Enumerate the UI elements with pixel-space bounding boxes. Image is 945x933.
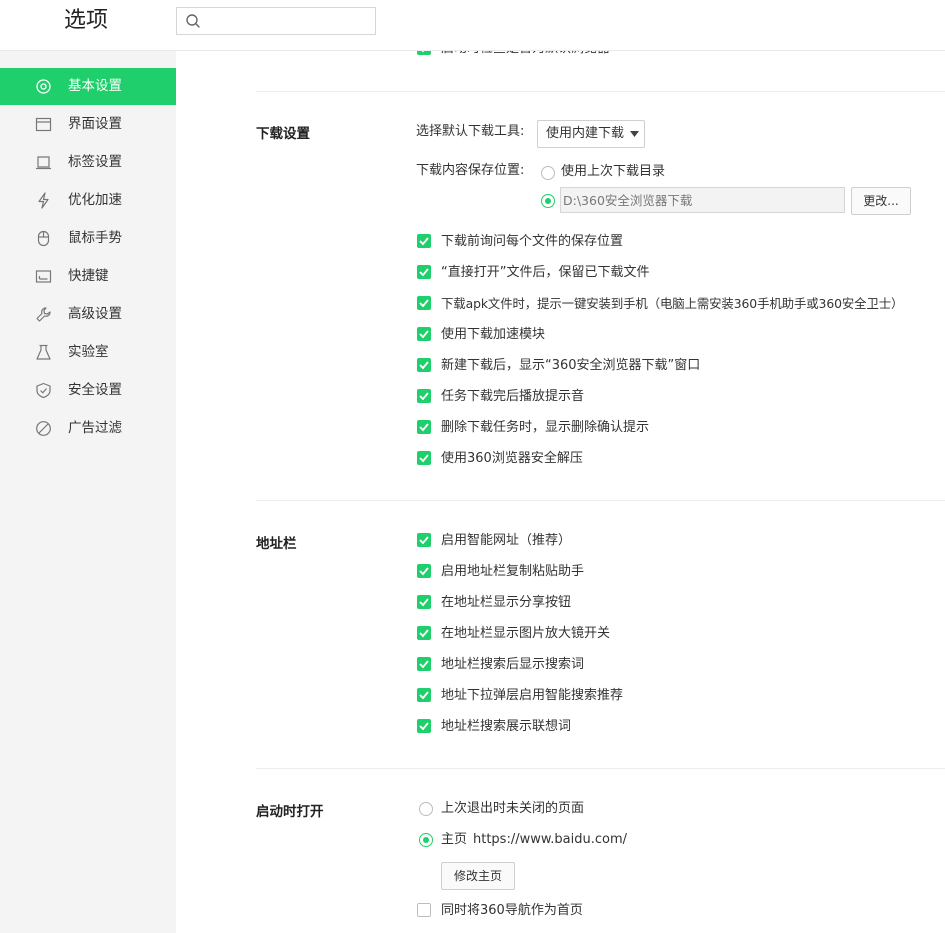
checkbox[interactable] [417,389,431,403]
radio-custom-path[interactable] [541,194,555,208]
checkbox[interactable] [417,626,431,640]
checkbox[interactable] [417,234,431,248]
sidebar-item-mouse-gesture[interactable]: 鼠标手势 [0,220,176,257]
checkbox[interactable] [417,564,431,578]
radio-last-dir[interactable] [541,166,555,180]
checkbox[interactable] [417,595,431,609]
checkbox[interactable] [417,688,431,702]
sidebar-item-label: 鼠标手势 [68,230,122,246]
window-icon [35,117,52,132]
checkbox[interactable] [417,657,431,671]
sidebar-item-label: 标签设置 [68,154,122,170]
sidebar-item-label: 实验室 [68,344,109,360]
sidebar-item-label: 基本设置 [68,78,122,94]
search-input[interactable] [176,7,376,35]
sidebar-item-tab-settings[interactable]: 标签设置 [0,144,176,181]
gear-icon [36,79,51,94]
homepage-url: https://www.baidu.com/ [473,832,628,847]
radio-homepage[interactable] [419,833,433,847]
search-icon [186,14,200,28]
shield-icon [36,382,51,399]
sidebar-item-advanced[interactable]: 高级设置 [0,296,176,333]
flask-icon [36,344,51,360]
tab-icon [36,156,51,170]
checkbox[interactable] [417,265,431,279]
keyboard-icon [35,270,52,283]
section-title-addressbar: 地址栏 [256,536,297,552]
download-tool-select[interactable]: 使用内建下载 [537,120,645,148]
title-bar: 选项 [0,0,945,51]
section-title-startup: 启动时打开 [256,804,324,820]
settings-content: 启动时检查是否为默认浏览器 下载设置 选择默认下载工具: 使用内建下载 下载内容… [176,51,945,933]
divider [256,768,945,769]
checkbox[interactable] [417,327,431,341]
checkbox[interactable] [417,719,431,733]
download-tool-value: 使用内建下载 [546,126,625,141]
checkbox[interactable] [417,533,431,547]
wrench-icon [36,307,51,322]
last-dir-option-label: 使用上次下载目录 [561,164,666,179]
mouse-icon [37,230,50,247]
block-icon [36,421,51,436]
sidebar-item-interface-settings[interactable]: 界面设置 [0,106,176,143]
lightning-icon [38,192,49,209]
checkbox[interactable] [417,420,431,434]
sidebar-item-shortcuts[interactable]: 快捷键 [0,258,176,295]
checkbox[interactable] [417,903,431,917]
checkbox[interactable] [417,296,431,310]
sidebar-item-label: 安全设置 [68,382,122,398]
sidebar-item-ad-filter[interactable]: 广告过滤 [0,410,176,447]
radio-last-pages[interactable] [419,802,433,816]
divider [256,500,945,501]
sidebar: 基本设置 界面设置 标签设置 优化加速 鼠标手势 快捷键 高级设置 实验室 安全… [0,51,176,933]
homepage-option-label: 主页 [441,832,468,847]
sidebar-item-label: 界面设置 [68,116,122,132]
divider [256,91,945,92]
chevron-down-icon [630,131,639,137]
download-location-label: 下载内容保存位置: [416,163,525,178]
sidebar-item-label: 快捷键 [68,268,109,284]
checkbox[interactable] [417,358,431,372]
checkbox[interactable] [417,451,431,465]
sidebar-item-lab[interactable]: 实验室 [0,334,176,371]
download-tool-label: 选择默认下载工具: [416,124,525,139]
sidebar-item-label: 优化加速 [68,192,122,208]
sidebar-item-label: 高级设置 [68,306,122,322]
sidebar-item-security[interactable]: 安全设置 [0,372,176,409]
last-pages-option-label: 上次退出时未关闭的页面 [441,801,585,816]
page-title: 选项 [64,8,109,33]
change-path-button[interactable]: 更改... [851,187,911,215]
sidebar-item-label: 广告过滤 [68,420,122,436]
section-title-download: 下载设置 [256,126,310,142]
checkbox[interactable] [417,51,431,55]
sidebar-item-optimize[interactable]: 优化加速 [0,182,176,219]
sidebar-item-basic-settings[interactable]: 基本设置 [0,68,176,105]
modify-homepage-button[interactable]: 修改主页 [441,862,515,890]
download-path-field[interactable]: D:\360安全浏览器下载 [560,187,845,213]
